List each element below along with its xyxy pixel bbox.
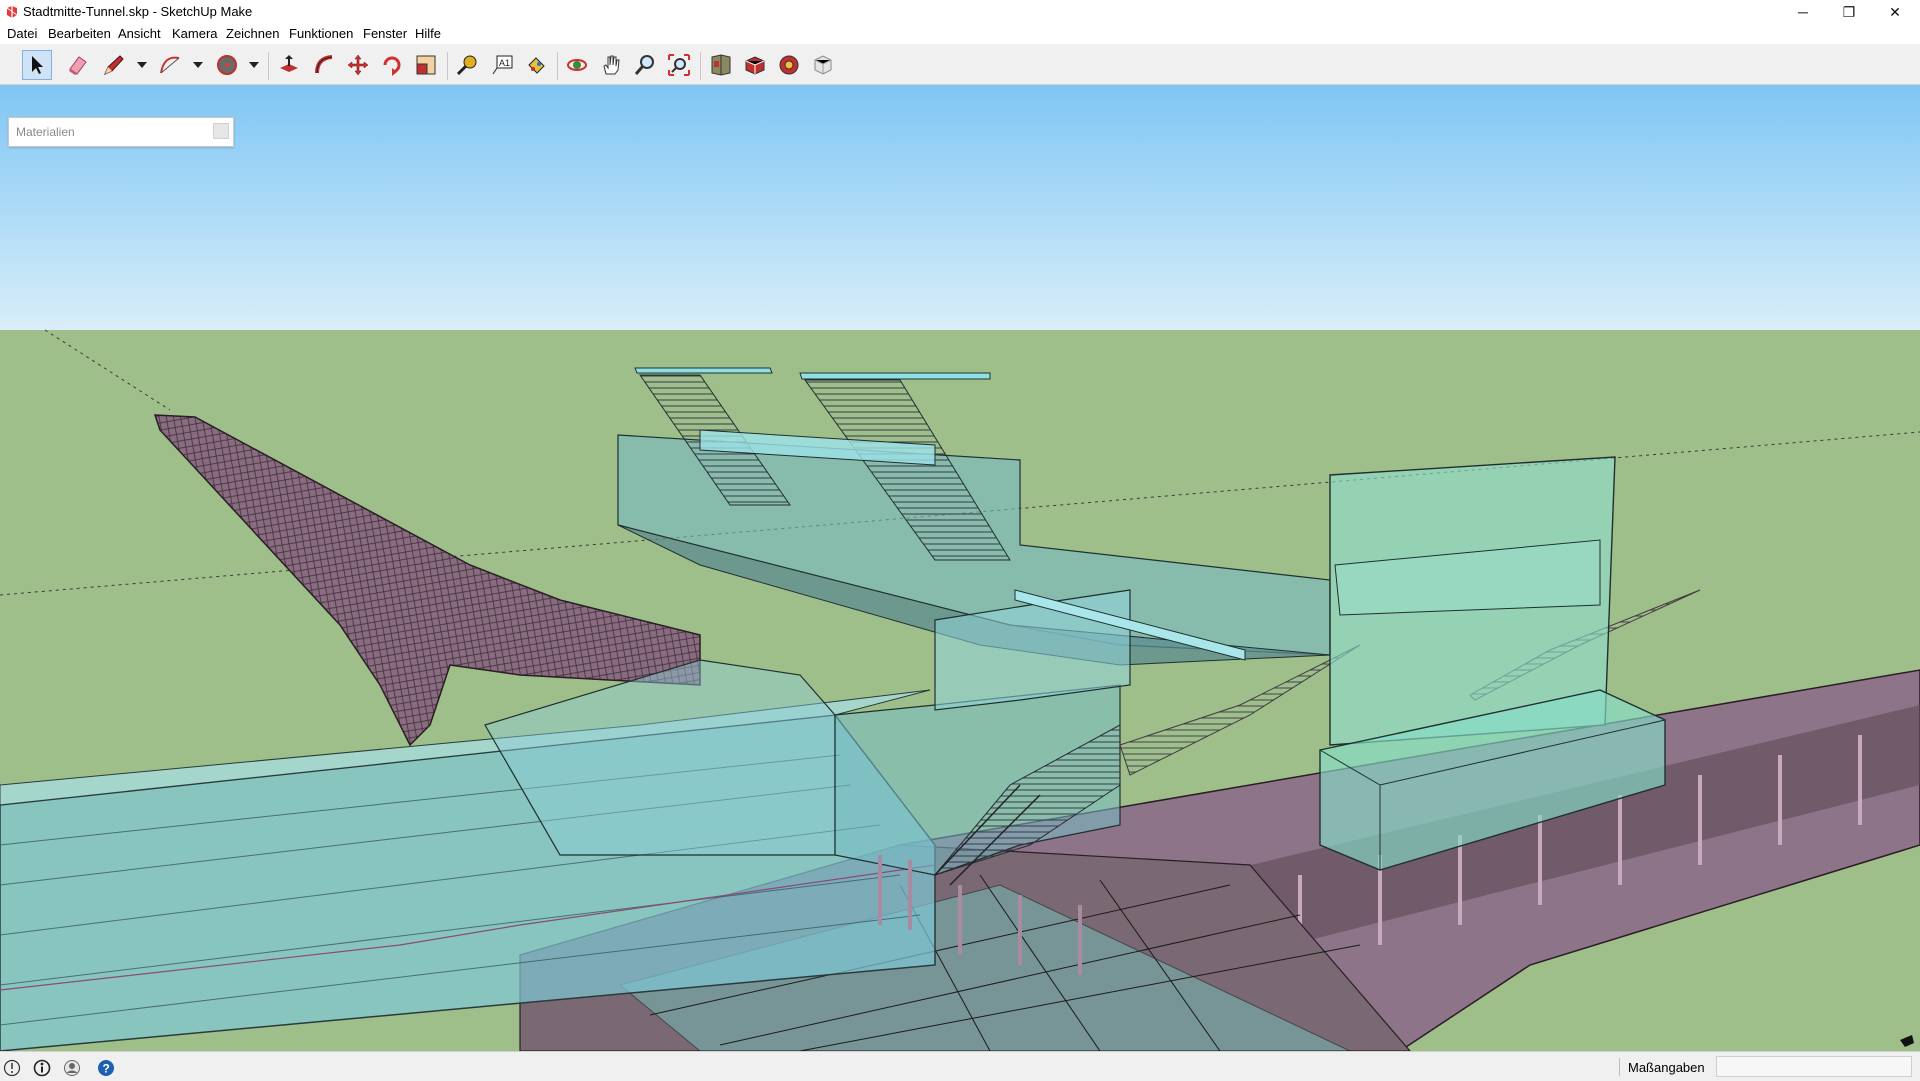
- arc-icon: [160, 56, 180, 74]
- rotate-tool-button[interactable]: [377, 50, 407, 80]
- upper-right-stair-canopy: [799, 372, 991, 380]
- paint-bucket-tool-button[interactable]: [521, 50, 551, 80]
- zoom-extents-tool-button[interactable]: [664, 50, 694, 80]
- extension-manager-button[interactable]: [774, 50, 804, 80]
- model-viewport[interactable]: [0, 85, 1920, 1051]
- restore-button[interactable]: ❐: [1826, 0, 1872, 24]
- menu-hilfe[interactable]: Hilfe: [415, 26, 441, 41]
- measurements-label: Maßangaben: [1628, 1060, 1705, 1075]
- menu-kamera[interactable]: Kamera: [172, 26, 218, 41]
- scale-tool-button[interactable]: [411, 50, 441, 80]
- extension-warehouse-button[interactable]: [740, 50, 770, 80]
- svg-text:A1: A1: [499, 58, 510, 68]
- status-bar: ? Maßangaben: [0, 1051, 1920, 1081]
- sky-background: [0, 85, 1920, 330]
- move-icon: [347, 54, 369, 76]
- orbit-tool-button[interactable]: [562, 50, 592, 80]
- toolbar-separator: [700, 52, 701, 80]
- materials-panel[interactable]: Materialien: [8, 117, 234, 147]
- text-tool-button[interactable]: A1: [487, 50, 517, 80]
- follow-me-tool-button[interactable]: [309, 50, 339, 80]
- circle-icon: [217, 55, 237, 75]
- restore-icon: ❐: [1842, 3, 1856, 20]
- toolbar: A1: [0, 44, 1920, 85]
- menu-datei[interactable]: Datei: [7, 26, 37, 41]
- minimize-button[interactable]: ─: [1780, 0, 1826, 24]
- status-divider: [1619, 1058, 1620, 1076]
- gear-icon: [779, 55, 799, 75]
- circle-tool-button[interactable]: [212, 50, 242, 80]
- sketchup-logo-icon: [6, 6, 18, 18]
- eraser-tool-button[interactable]: [63, 50, 93, 80]
- select-arrow-icon: [32, 56, 43, 74]
- zoom-icon: [634, 55, 654, 75]
- scale-icon: [416, 55, 436, 75]
- send-to-layout-button[interactable]: [808, 50, 838, 80]
- 3d-warehouse-button[interactable]: [706, 50, 736, 80]
- eraser-icon: [69, 56, 87, 75]
- menu-zeichnen[interactable]: Zeichnen: [226, 26, 279, 41]
- chevron-down-icon: [249, 62, 259, 68]
- menu-fenster[interactable]: Fenster: [363, 26, 407, 41]
- layout-icon: [814, 55, 832, 75]
- orbit-icon: [567, 59, 587, 71]
- tape-measure-icon: [456, 55, 477, 76]
- toolbar-separator: [447, 52, 448, 80]
- menu-funktionen[interactable]: Funktionen: [289, 26, 353, 41]
- zoom-tool-button[interactable]: [630, 50, 660, 80]
- materials-panel-title: Materialien: [16, 125, 75, 139]
- arc-tool-button[interactable]: [155, 50, 185, 80]
- zoom-extents-icon: [668, 54, 690, 76]
- measurements-input[interactable]: [1716, 1056, 1912, 1077]
- select-tool-button[interactable]: [22, 50, 52, 80]
- pan-tool-button[interactable]: [596, 50, 626, 80]
- circle-dropdown-button[interactable]: [248, 57, 260, 73]
- close-window-button[interactable]: ✕: [1872, 0, 1918, 24]
- menu-bearbeiten[interactable]: Bearbeiten: [48, 26, 111, 41]
- hand-icon: [603, 55, 620, 75]
- menu-ansicht[interactable]: Ansicht: [118, 26, 161, 41]
- geolocation-icon[interactable]: [3, 1059, 21, 1077]
- move-tool-button[interactable]: [343, 50, 373, 80]
- pencil-icon: [104, 55, 124, 75]
- help-icon[interactable]: ?: [97, 1059, 115, 1077]
- upper-left-stair-canopy: [634, 367, 773, 374]
- window-title: Stadtmitte-Tunnel.skp - SketchUp Make: [23, 4, 253, 19]
- text-label-icon: A1: [492, 55, 513, 75]
- push-pull-tool-button[interactable]: [274, 50, 304, 80]
- push-pull-icon: [280, 55, 298, 72]
- warehouse-icon: [711, 54, 731, 76]
- credits-icon[interactable]: [33, 1059, 51, 1077]
- line-tool-button[interactable]: [99, 50, 129, 80]
- model-canvas[interactable]: [0, 85, 1920, 1051]
- chevron-down-icon: [193, 62, 203, 68]
- title-bar: Stadtmitte-Tunnel.skp - SketchUp Make ─ …: [0, 0, 1920, 24]
- rotate-icon: [383, 56, 401, 76]
- toolbar-separator: [268, 52, 269, 80]
- chevron-down-icon: [137, 62, 147, 68]
- menu-bar: Datei Bearbeiten Ansicht Kamera Zeichnen…: [0, 24, 1920, 44]
- toolbar-separator: [557, 52, 558, 80]
- minimize-icon: ─: [1798, 4, 1808, 20]
- extension-icon: [745, 56, 765, 75]
- paint-bucket-icon: [528, 57, 545, 74]
- svg-text:?: ?: [103, 1062, 110, 1076]
- arc-dropdown-button[interactable]: [192, 57, 204, 73]
- close-icon: ✕: [1889, 3, 1901, 20]
- line-dropdown-button[interactable]: [136, 57, 148, 73]
- user-account-icon[interactable]: [63, 1059, 81, 1077]
- tape-measure-tool-button[interactable]: [452, 50, 482, 80]
- materials-panel-toggle[interactable]: [213, 123, 229, 139]
- follow-me-icon: [315, 55, 333, 74]
